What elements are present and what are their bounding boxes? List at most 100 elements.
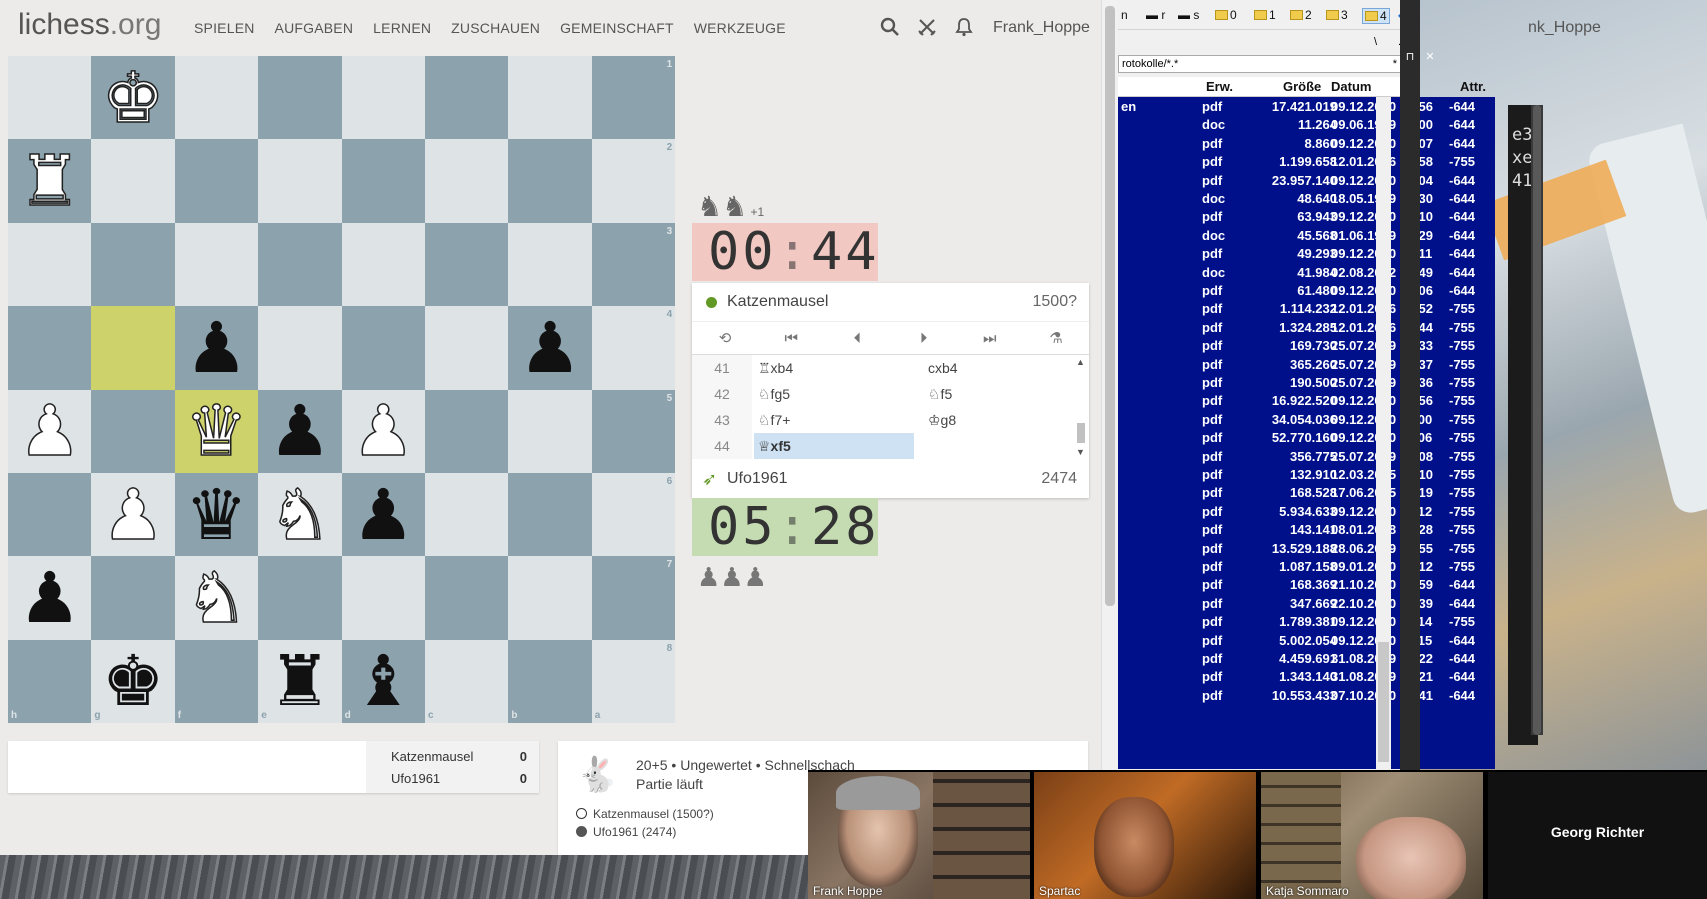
square-c1[interactable] [425, 56, 509, 140]
square-g4[interactable] [91, 306, 175, 390]
file-row[interactable]: pdf143.14108.01.2018 15:28-755 [1118, 520, 1495, 540]
scroll-down-icon[interactable]: ▼ [1076, 447, 1085, 457]
first-move-icon[interactable]: ⏮ [758, 322, 824, 354]
video-tile[interactable]: Georg Richter [1488, 772, 1707, 899]
chess-board[interactable]: ♚ 1 ♜ 2 3 ♟ ♟ 4 ♟ ♛ ♟ ♟ 5 ♟ ♛ ♞ ♟ 6 ♟ ♞ 7 h g ♚ f e ♜ d ♝ c b 8 a [8, 56, 676, 724]
folder-tab-1[interactable]: 1 [1254, 8, 1276, 22]
player-top-name[interactable]: Katzenmausel [727, 293, 828, 311]
game-player-white[interactable]: Katzenmausel (1500?) [576, 807, 714, 821]
square-c3[interactable] [425, 222, 509, 307]
close-icon[interactable]: ✕ [1420, 50, 1440, 66]
square-e2[interactable] [258, 139, 342, 223]
white-move[interactable]: ♘fg5 [754, 381, 914, 407]
file-row[interactable]: pdf365.26025.07.2019 21:37-755 [1118, 355, 1495, 375]
flip-icon[interactable]: ⟲ [692, 322, 758, 354]
page-scroll-thumb[interactable] [1105, 6, 1115, 606]
black-bishop-icon[interactable]: ♝ [352, 646, 415, 716]
black-pawn-icon[interactable]: ♟ [185, 313, 248, 383]
file-row[interactable]: pdf5.934.63309.12.2020 11:12-755 [1118, 502, 1495, 522]
folder-tab-2[interactable]: 2 [1290, 8, 1312, 22]
square-h3[interactable] [8, 222, 92, 307]
file-row[interactable]: pdf5.002.05409.12.2020 11:15-644 [1118, 631, 1495, 651]
file-row[interactable]: pdf34.054.03609.12.2020 11:00-755 [1118, 410, 1495, 430]
search-icon[interactable] [880, 17, 900, 43]
video-tile[interactable]: Spartac [1034, 772, 1256, 899]
nav-watch[interactable]: ZUSCHAUEN [451, 20, 540, 36]
square-g8[interactable]: g ♚ [91, 639, 175, 724]
square-e4[interactable] [258, 306, 342, 390]
square-a1[interactable]: 1 [591, 56, 676, 140]
square-g2[interactable] [91, 139, 175, 223]
file-row[interactable]: pdf169.73025.07.2019 21:33-755 [1118, 336, 1495, 356]
square-h7[interactable]: ♟ [8, 556, 92, 640]
file-row[interactable]: pdf1.087.15809.01.2020 16:12-755 [1118, 557, 1495, 577]
nav-tools[interactable]: WERKZEUGE [694, 20, 786, 36]
move-list-scrollbar[interactable]: ▲ ▼ [1075, 355, 1087, 460]
file-row[interactable]: doc41.98402.08.2002 14:49-644 [1118, 263, 1495, 283]
square-c8[interactable]: c [425, 639, 509, 724]
square-c5[interactable] [425, 389, 509, 473]
folder-tab-4[interactable]: 4 [1362, 8, 1390, 24]
column-date[interactable]: Datum [1331, 79, 1371, 94]
file-row[interactable]: pdf61.48009.12.2020 13:06-644 [1118, 281, 1495, 301]
square-b3[interactable] [508, 222, 592, 307]
nav-learn[interactable]: LERNEN [373, 20, 431, 36]
next-move-icon[interactable]: ⏵ [891, 322, 957, 354]
square-c4[interactable] [425, 306, 509, 390]
file-row[interactable]: doc45.56801.06.1999 18:29-644 [1118, 226, 1495, 246]
white-king-icon[interactable]: ♚ [101, 62, 165, 134]
nav-puzzles[interactable]: AUFGABEN [275, 20, 354, 36]
terminal-scroll-thumb[interactable] [1533, 105, 1541, 735]
white-knight-icon[interactable]: ♞ [184, 562, 248, 634]
video-tile[interactable]: Katja Sommaro [1261, 772, 1483, 899]
file-row[interactable]: doc11.26409.06.1999 13:00-644 [1118, 115, 1495, 135]
file-list[interactable]: enpdf17.421.01909.12.2020 12:56-644doc11… [1118, 97, 1495, 769]
scroll-thumb[interactable] [1077, 423, 1085, 443]
square-g5[interactable] [91, 389, 175, 473]
file-row[interactable]: pdf4.459.69131.08.2019 20:22-644 [1118, 649, 1495, 669]
white-move[interactable]: ♖xb4 [754, 355, 914, 381]
file-row[interactable]: doc48.64018.05.1999 13:30-644 [1118, 189, 1495, 209]
file-row[interactable]: pdf10.553.43307.10.2020 15:41-644 [1118, 686, 1495, 706]
file-row[interactable]: pdf1.199.65812.01.2016 15:58-755 [1118, 152, 1495, 172]
file-row[interactable]: pdf356.77525.07.2019 21:08-755 [1118, 447, 1495, 467]
white-move[interactable]: ♘f7+ [754, 407, 914, 433]
white-knight-icon[interactable]: ♞ [268, 479, 332, 551]
black-pawn-icon[interactable]: ♟ [269, 396, 332, 466]
white-pawn-icon[interactable]: ♟ [18, 396, 82, 468]
square-f3[interactable] [174, 222, 259, 307]
square-f8[interactable]: f [174, 639, 259, 724]
square-b6[interactable] [508, 473, 592, 557]
file-row[interactable]: pdf168.36921.10.2020 15:59-644 [1118, 575, 1495, 595]
square-e6[interactable]: ♞ [258, 473, 342, 557]
file-row[interactable]: pdf16.922.52009.12.2020 10:56-755 [1118, 391, 1495, 411]
file-row[interactable]: pdf63.94309.12.2020 13:10-644 [1118, 207, 1495, 227]
site-logo[interactable]: lichess.org [18, 8, 161, 42]
square-b8[interactable]: b [508, 639, 592, 724]
folder-tab-0[interactable]: 0 [1215, 8, 1237, 22]
player-bottom-name[interactable]: Ufo1961 [727, 470, 788, 488]
last-move-icon[interactable]: ⏭ [957, 322, 1023, 354]
bell-icon[interactable] [955, 17, 973, 43]
square-h1[interactable] [8, 56, 92, 140]
square-d7[interactable] [341, 556, 425, 640]
square-h4[interactable] [8, 306, 92, 390]
square-d6[interactable]: ♟ [341, 473, 425, 557]
user-menu[interactable]: Frank_Hoppe [993, 19, 1090, 37]
swords-icon[interactable] [917, 17, 937, 43]
square-b2[interactable] [508, 139, 592, 223]
file-row[interactable]: pdf1.343.14031.08.2019 20:21-644 [1118, 667, 1495, 687]
square-f7[interactable]: ♞ [174, 556, 259, 640]
root-button[interactable]: \ [1374, 36, 1377, 48]
white-rook-icon[interactable]: ♜ [18, 145, 82, 217]
terminal-scrollbar[interactable] [1531, 105, 1543, 735]
scroll-up-icon[interactable]: ▲ [1076, 357, 1085, 367]
crosstable-player[interactable]: Ufo1961 [391, 771, 440, 786]
black-rook-icon[interactable]: ♜ [269, 646, 332, 716]
square-g1[interactable]: ♚ [91, 56, 175, 140]
current-move[interactable]: ♕xf5 [754, 433, 914, 459]
path-field[interactable]: rotokolle/*.* * ▼ [1118, 55, 1420, 73]
nav-community[interactable]: GEMEINSCHAFT [560, 20, 674, 36]
file-row[interactable]: pdf1.324.28512.01.2016 15:44-755 [1118, 318, 1495, 338]
file-row[interactable]: pdf52.770.16009.12.2020 11:06-755 [1118, 428, 1495, 448]
